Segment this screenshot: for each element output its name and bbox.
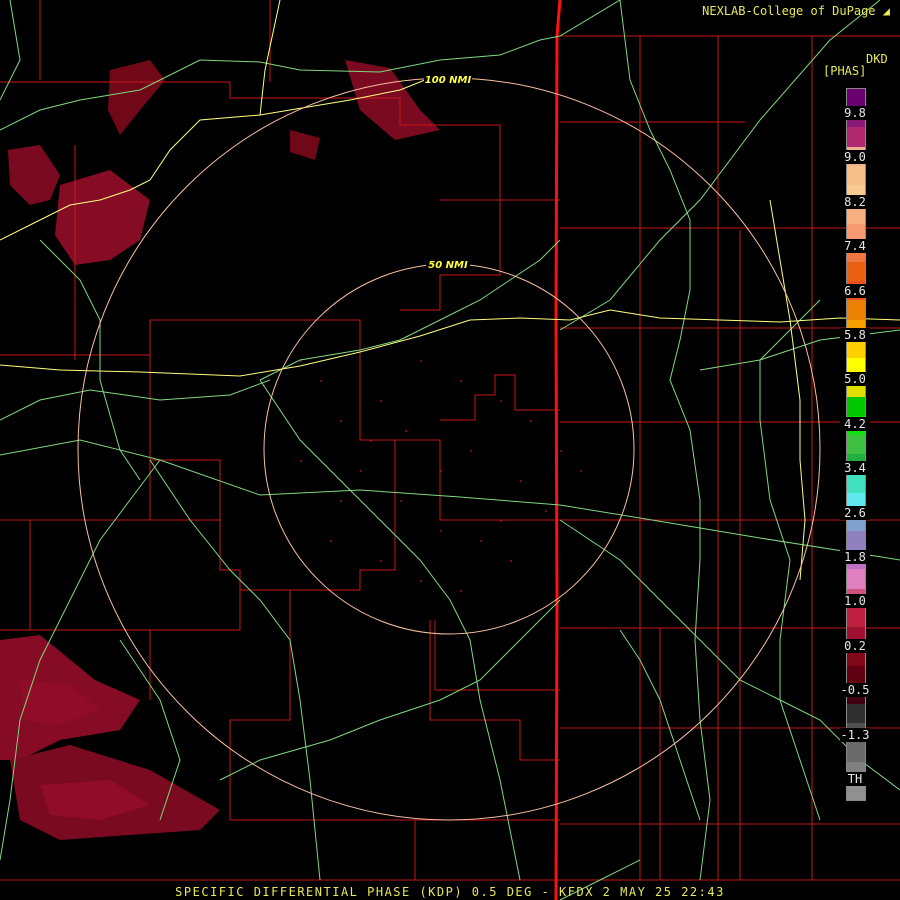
- legend-swatch: [847, 127, 865, 147]
- radar-map: 100 NMI 50 NMI: [0, 0, 900, 900]
- legend-swatch: [847, 665, 865, 685]
- ring-100nmi: [77, 77, 821, 821]
- legend-tick-label: -1.3: [840, 727, 870, 742]
- legend-swatch: [847, 165, 865, 186]
- legend-unit-subtitle: [PHAS]: [823, 64, 867, 78]
- legend-tick-label: 5.0: [840, 372, 870, 387]
- corner-logo-icon: ◢: [882, 4, 890, 18]
- legend-swatch: [847, 261, 865, 282]
- county-lines: [0, 0, 900, 881]
- legend-swatch: [847, 607, 865, 628]
- legend-tick-label: 3.4: [840, 461, 870, 476]
- legend-swatch: [847, 300, 865, 320]
- legend-tick-label: 4.2: [840, 416, 870, 431]
- ring-label-50: 50 NMI: [428, 260, 468, 271]
- legend-tick-label: 2.6: [840, 505, 870, 520]
- product-caption: SPECIFIC DIFFERENTIAL PHASE (KDP) 0.5 DE…: [175, 885, 725, 899]
- legend-tick-label: 1.8: [840, 550, 870, 564]
- legend-tick-label: 9.0: [840, 150, 870, 165]
- state-line: [554, 0, 562, 900]
- legend-tick-label: 5.8: [840, 328, 870, 342]
- legend-swatch: [847, 569, 865, 589]
- legend-tick-label: 8.2: [840, 194, 870, 209]
- legend-tick-label: 1.0: [840, 594, 870, 609]
- legend-swatch: [847, 742, 865, 762]
- legend-tick-label: 7.4: [840, 239, 870, 254]
- legend-tick-label: -0.5: [840, 683, 870, 698]
- legend-swatch: [847, 473, 865, 493]
- ring-label-100: 100 NMI: [425, 75, 472, 86]
- legend-tick-label: 0.2: [840, 638, 870, 653]
- legend-tick-label: 9.8: [840, 106, 870, 120]
- credit-header: NEXLAB-College of DuPage ◢: [702, 4, 890, 18]
- radar-echoes: [0, 60, 582, 840]
- credit-text: NEXLAB-College of DuPage: [702, 4, 876, 18]
- legend-swatch: [847, 704, 865, 724]
- legend-swatch: [847, 396, 865, 416]
- legend-tick-label: TH: [840, 772, 870, 786]
- legend-swatch: [847, 434, 865, 455]
- legend-swatch: [847, 531, 865, 551]
- range-rings: [77, 77, 821, 821]
- legend-tick-label: 6.6: [840, 283, 870, 298]
- highways: [0, 0, 900, 900]
- legend-unit-title: DKD: [866, 52, 888, 66]
